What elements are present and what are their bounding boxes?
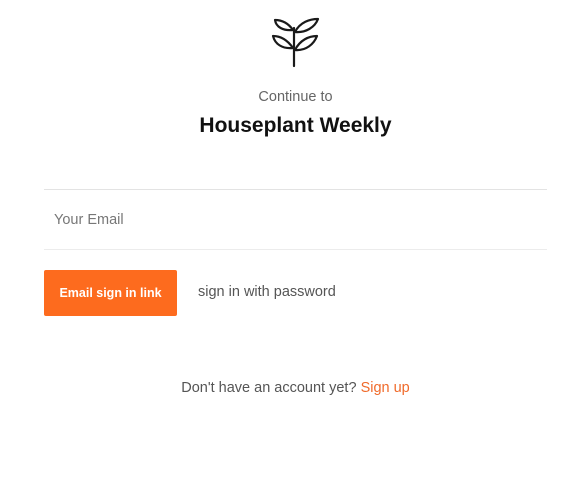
signup-prompt-text: Don't have an account yet? [181, 380, 361, 396]
page-title: Houseplant Weekly [199, 114, 392, 137]
email-sign-in-link-button[interactable]: Email sign in link [44, 270, 177, 316]
email-field-container [44, 189, 547, 250]
signup-prompt: Don't have an account yet? Sign up [0, 380, 577, 396]
email-input[interactable] [44, 190, 547, 249]
sign-in-with-password-link[interactable]: sign in with password [198, 284, 336, 300]
continue-to-label: Continue to [258, 89, 333, 105]
sign-up-link[interactable]: Sign up [361, 380, 410, 396]
sprout-icon [271, 17, 320, 68]
